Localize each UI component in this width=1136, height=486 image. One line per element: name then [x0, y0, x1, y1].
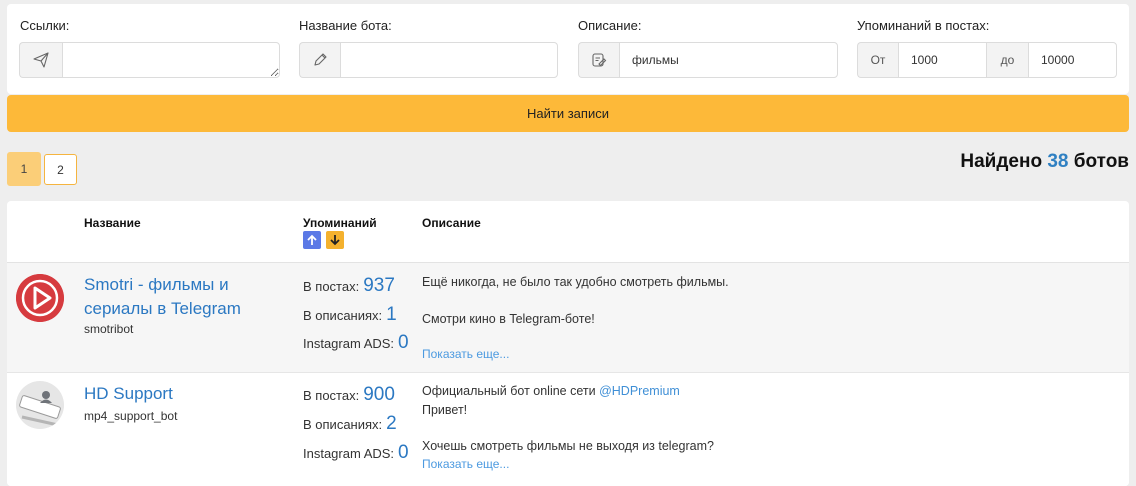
table-row: Smotri - фильмы и сериалы в Telegram smo…: [7, 263, 1129, 372]
links-filter: Ссылки:: [20, 18, 69, 34]
description-line: Ещё никогда, не было так удобно смотреть…: [422, 275, 729, 289]
bot-username: mp4_support_bot: [84, 409, 178, 423]
description-label: Описание:: [578, 18, 642, 33]
stat-ads-value: 0: [398, 332, 409, 353]
description-input-group: фильмы: [578, 42, 838, 78]
description-line: Смотри кино в Telegram-боте!: [422, 312, 595, 326]
stat-posts: В постах: 937: [303, 275, 395, 297]
links-label: Ссылки:: [20, 18, 70, 33]
stat-descriptions: В описаниях: 2: [303, 413, 397, 435]
header-description: Описание: [422, 216, 481, 230]
page-1-button[interactable]: 1: [7, 152, 41, 186]
description-text: Официальный бот online сети: [422, 384, 596, 398]
bot-name-link[interactable]: Smotri - фильмы и сериалы в Telegram: [84, 273, 269, 321]
bot-name-link[interactable]: HD Support: [84, 382, 269, 406]
stat-descriptions-value: 1: [386, 304, 397, 325]
found-suffix: ботов: [1073, 151, 1129, 172]
paper-plane-icon: [19, 42, 62, 78]
mentions-from-addon: От: [857, 42, 898, 78]
mentions-label: Упоминаний в постах:: [857, 18, 990, 33]
description-filter: Описание:: [578, 18, 641, 34]
stat-posts: В постах: 900: [303, 384, 395, 406]
bot-username: smotribot: [84, 322, 134, 336]
bot-name-label: Название бота:: [299, 18, 392, 33]
bot-name-input[interactable]: [340, 42, 558, 78]
stat-posts-value: 937: [363, 275, 395, 296]
header-name: Название: [84, 216, 141, 230]
bot-name-input-group: [299, 42, 558, 78]
mentions-to-addon: до: [987, 42, 1028, 78]
found-count: Найдено 38 ботов: [960, 150, 1129, 174]
found-prefix: Найдено: [960, 151, 1043, 172]
document-edit-icon: [578, 42, 619, 78]
stat-ads-label: Instagram ADS:: [303, 336, 395, 351]
stat-ads-value: 0: [398, 442, 409, 463]
stat-ads-label: Instagram ADS:: [303, 446, 395, 461]
stat-descriptions-value: 2: [386, 413, 397, 434]
hdpremium-link[interactable]: @HDPremium: [599, 384, 680, 398]
stat-descriptions: В описаниях: 1: [303, 304, 397, 326]
stat-posts-label: В постах:: [303, 279, 360, 294]
description-line: Привет!: [422, 403, 468, 417]
show-more-link[interactable]: Показать еще...: [422, 347, 509, 361]
stat-descriptions-label: В описаниях:: [303, 417, 383, 432]
description-line: Официальный бот online сети @HDPremium: [422, 384, 680, 398]
mentions-from-input[interactable]: 1000: [898, 42, 987, 78]
links-input-group: [19, 42, 280, 78]
stat-ads: Instagram ADS: 0: [303, 332, 409, 354]
header-mentions: Упоминаний: [303, 216, 377, 230]
mentions-input-group: От 1000 до 10000: [857, 42, 1117, 78]
bot-name-filter: Название бота:: [299, 18, 392, 34]
sort-down-icon[interactable]: [326, 231, 344, 249]
description-input[interactable]: фильмы: [619, 42, 838, 78]
links-input[interactable]: [62, 42, 280, 78]
page-2-button[interactable]: 2: [44, 154, 77, 185]
stat-posts-label: В постах:: [303, 388, 360, 403]
mentions-to-input[interactable]: 10000: [1028, 42, 1117, 78]
smotri-play-logo: [16, 274, 64, 322]
found-number: 38: [1047, 151, 1069, 172]
show-more-link[interactable]: Показать еще...: [422, 457, 509, 471]
pencil-icon: [299, 42, 340, 78]
filter-panel: Ссылки: Название бота: Описание: фильмы …: [7, 4, 1129, 94]
stat-descriptions-label: В описаниях:: [303, 308, 383, 323]
support-stamp-logo: [16, 381, 64, 429]
description-line: Хочешь смотреть фильмы не выходя из tele…: [422, 439, 714, 453]
stat-ads: Instagram ADS: 0: [303, 442, 409, 464]
stat-posts-value: 900: [363, 384, 395, 405]
results-table: Название Упоминаний Описание Smotri - фи…: [7, 201, 1129, 486]
mentions-filter: Упоминаний в постах:: [857, 18, 989, 34]
table-row: HD Support mp4_support_bot В постах: 900…: [7, 372, 1129, 486]
sort-up-icon[interactable]: [303, 231, 321, 249]
search-button[interactable]: Найти записи: [7, 95, 1129, 132]
